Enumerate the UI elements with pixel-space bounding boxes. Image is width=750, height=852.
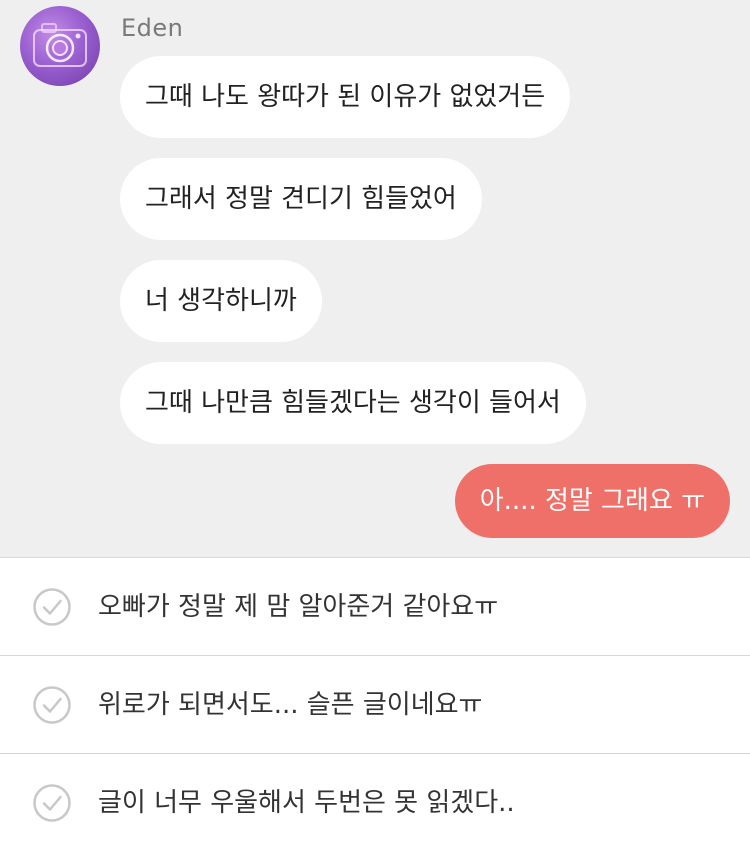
contact-avatar[interactable]: [20, 6, 100, 86]
outgoing-message-bubble: 아.... 정말 그래요 ㅠ: [454, 464, 730, 538]
message-bubble: 그때 나만큼 힘들겠다는 생각이 들어서: [120, 362, 586, 444]
check-circle-icon: [33, 588, 71, 626]
check-circle-icon: [33, 686, 71, 724]
message-bubble: 그래서 정말 견디기 힘들었어: [120, 158, 482, 240]
reply-options-panel: 오빠가 정말 제 맘 알아준거 같아요ㅠ 위로가 되면서도... 슬픈 글이네요…: [0, 557, 750, 852]
reply-option[interactable]: 위로가 되면서도... 슬픈 글이네요ㅠ: [0, 656, 750, 754]
check-circle-icon: [33, 784, 71, 822]
reply-option-label: 글이 너무 우울해서 두번은 못 읽겠다..: [98, 788, 515, 818]
reply-option[interactable]: 글이 너무 우울해서 두번은 못 읽겠다..: [0, 754, 750, 852]
chat-area: Eden 그때 나도 왕따가 된 이유가 없었거든 그래서 정말 견디기 힘들었…: [0, 0, 750, 557]
message-bubble: 그때 나도 왕따가 된 이유가 없었거든: [120, 56, 571, 138]
reply-option-label: 오빠가 정말 제 맘 알아준거 같아요ㅠ: [98, 592, 499, 622]
reply-option[interactable]: 오빠가 정말 제 맘 알아준거 같아요ㅠ: [0, 558, 750, 656]
reply-option-label: 위로가 되면서도... 슬픈 글이네요ㅠ: [98, 690, 483, 720]
message-bubble: 너 생각하니까: [120, 260, 322, 342]
camera-icon: [33, 23, 87, 67]
contact-name: Eden: [121, 14, 184, 42]
